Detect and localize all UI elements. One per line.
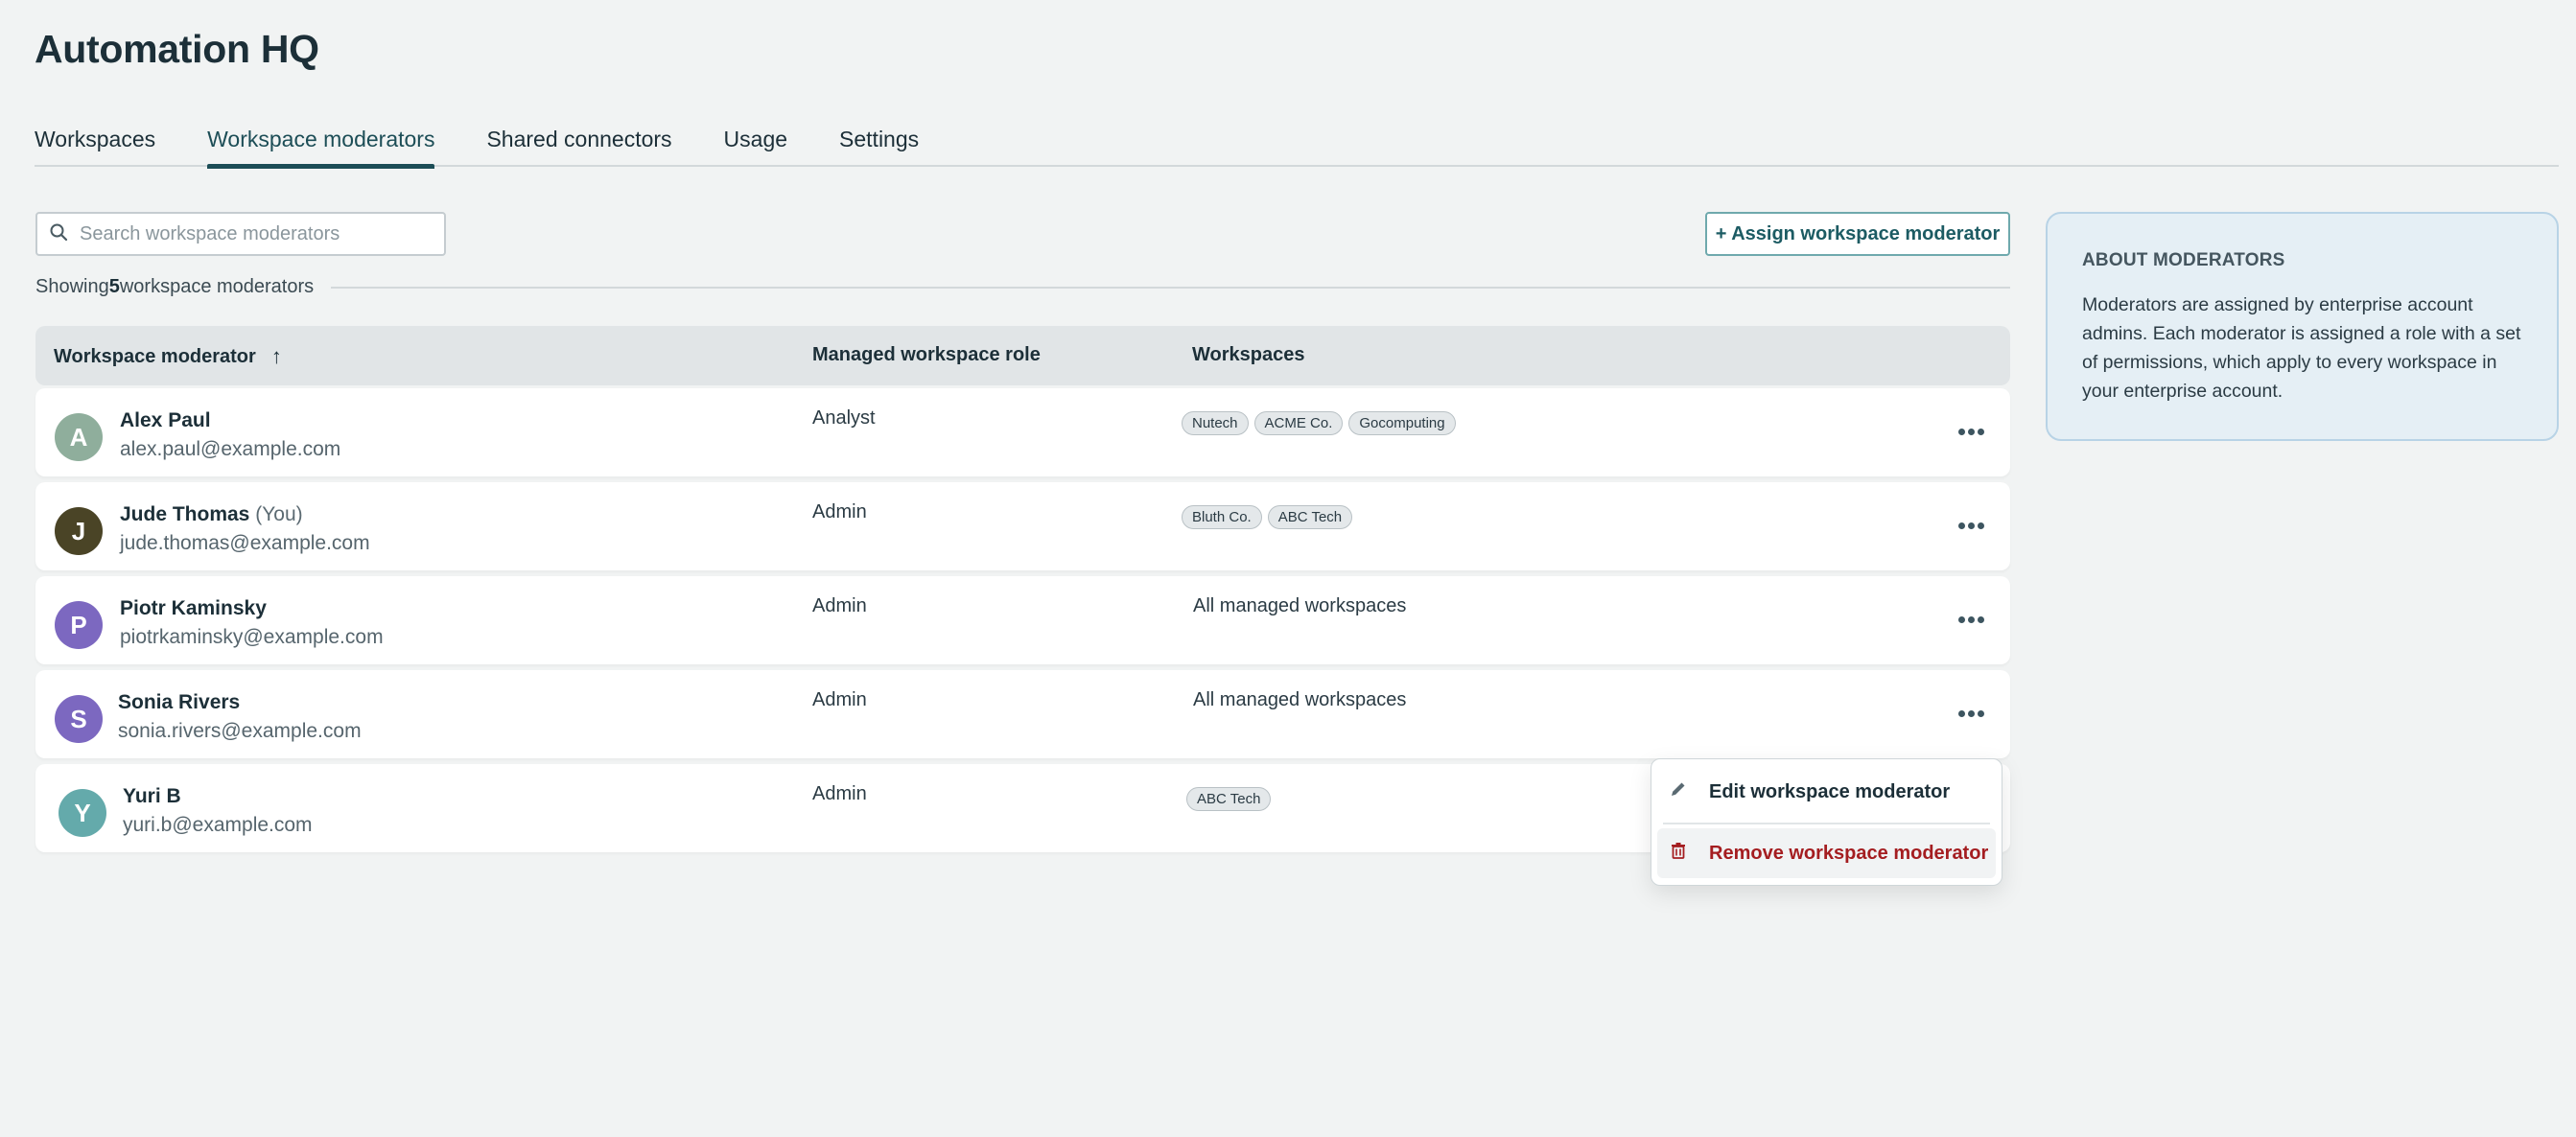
- workspace-chips: Nutech ACME Co. Gocomputing: [1182, 411, 1456, 435]
- avatar: S: [55, 695, 103, 743]
- role-text: Admin: [812, 783, 867, 804]
- role-text: Admin: [812, 501, 867, 522]
- about-moderators-panel: ABOUT MODERATORS Moderators are assigned…: [2046, 212, 2559, 441]
- summary-count: 5: [108, 276, 120, 297]
- workspace-chips: ABC Tech: [1186, 787, 1272, 811]
- role-text: Admin: [812, 689, 867, 710]
- search-input[interactable]: [80, 222, 425, 245]
- menu-item-label: Edit workspace moderator: [1709, 780, 1951, 802]
- edit-moderator-menu-item[interactable]: Edit workspace moderator: [1657, 765, 1996, 819]
- remove-moderator-menu-item[interactable]: Remove workspace moderator: [1657, 828, 1996, 878]
- moderator-name: Jude Thomas (You): [120, 503, 303, 526]
- avatar: Y: [59, 789, 106, 837]
- column-header-moderator[interactable]: Workspace moderator ↑: [54, 344, 282, 369]
- tab-shared-connectors[interactable]: Shared connectors: [486, 123, 671, 167]
- avatar: P: [55, 601, 103, 649]
- results-summary: Showing 5 workspace moderators: [35, 276, 2010, 298]
- tab-bar: Workspaces Workspace moderators Shared c…: [35, 123, 2559, 169]
- moderator-name: Yuri B: [123, 785, 181, 808]
- divider: [331, 286, 2010, 289]
- workspaces-text: All managed workspaces: [1193, 689, 1407, 710]
- role-text: Analyst: [812, 407, 876, 429]
- summary-prefix: Showing: [35, 276, 109, 297]
- tab-workspaces[interactable]: Workspaces: [35, 123, 155, 167]
- moderator-email: jude.thomas@example.com: [120, 532, 370, 554]
- pencil-icon: [1669, 779, 1709, 804]
- more-actions-icon[interactable]: [1956, 613, 1985, 626]
- role-text: Admin: [812, 595, 867, 616]
- workspace-chip[interactable]: Gocomputing: [1348, 411, 1456, 435]
- moderator-name: Piotr Kaminsky: [120, 597, 267, 620]
- name-text: Alex Paul: [120, 409, 211, 431]
- column-header-role: Managed workspace role: [812, 344, 1041, 365]
- table-row[interactable]: J Jude Thomas (You) jude.thomas@example.…: [35, 482, 2010, 570]
- avatar: A: [55, 413, 103, 461]
- column-label: Workspace moderator: [54, 345, 256, 367]
- more-actions-icon[interactable]: [1956, 425, 1985, 438]
- more-actions-icon[interactable]: [1956, 707, 1985, 720]
- menu-divider: [1663, 823, 1990, 824]
- name-text: Yuri B: [123, 785, 181, 807]
- workspace-chip[interactable]: ACME Co.: [1253, 411, 1344, 435]
- arrow-up-icon[interactable]: ↑: [271, 344, 282, 369]
- table-header: Workspace moderator ↑ Managed workspace …: [35, 326, 2010, 385]
- assign-moderator-button[interactable]: + Assign workspace moderator: [1705, 212, 2010, 256]
- workspaces-text: All managed workspaces: [1193, 595, 1407, 616]
- search-box[interactable]: [35, 212, 446, 256]
- info-panel-body: Moderators are assigned by enterprise ac…: [2082, 294, 2521, 402]
- you-label: (You): [255, 503, 303, 525]
- tab-usage[interactable]: Usage: [724, 123, 787, 167]
- column-header-workspaces: Workspaces: [1192, 344, 1305, 365]
- tab-workspace-moderators[interactable]: Workspace moderators: [207, 123, 435, 169]
- workspace-chip[interactable]: ABC Tech: [1186, 787, 1272, 811]
- workspace-chip[interactable]: Bluth Co.: [1182, 505, 1262, 529]
- moderator-name: Alex Paul: [120, 409, 211, 432]
- workspace-chip[interactable]: ABC Tech: [1267, 505, 1353, 529]
- moderator-email: piotrkaminsky@example.com: [120, 626, 384, 648]
- moderator-name: Sonia Rivers: [118, 691, 240, 714]
- moderator-email: sonia.rivers@example.com: [118, 720, 362, 742]
- trash-icon: [1669, 841, 1709, 866]
- moderator-email: alex.paul@example.com: [120, 438, 341, 460]
- row-actions-menu: Edit workspace moderator Remove workspac…: [1651, 758, 2002, 886]
- info-panel-title: ABOUT MODERATORS: [2082, 250, 2285, 270]
- moderator-email: yuri.b@example.com: [123, 814, 313, 836]
- table-row[interactable]: P Piotr Kaminsky piotrkaminsky@example.c…: [35, 576, 2010, 664]
- name-text: Jude Thomas: [120, 503, 250, 525]
- name-text: Piotr Kaminsky: [120, 597, 267, 619]
- search-icon: [49, 222, 68, 246]
- name-text: Sonia Rivers: [118, 691, 241, 713]
- table-row[interactable]: S Sonia Rivers sonia.rivers@example.com …: [35, 670, 2010, 758]
- table-row[interactable]: A Alex Paul alex.paul@example.com Analys…: [35, 388, 2010, 476]
- workspace-chips: Bluth Co. ABC Tech: [1182, 505, 1353, 529]
- more-actions-icon[interactable]: [1956, 519, 1985, 532]
- page: Automation HQ Workspaces Workspace moder…: [0, 0, 2576, 1137]
- page-title: Automation HQ: [35, 27, 319, 71]
- tab-settings[interactable]: Settings: [839, 123, 919, 167]
- menu-item-label: Remove workspace moderator: [1709, 842, 1989, 864]
- workspace-chip[interactable]: Nutech: [1182, 411, 1249, 435]
- avatar: J: [55, 507, 103, 555]
- summary-suffix: workspace moderators: [119, 276, 315, 297]
